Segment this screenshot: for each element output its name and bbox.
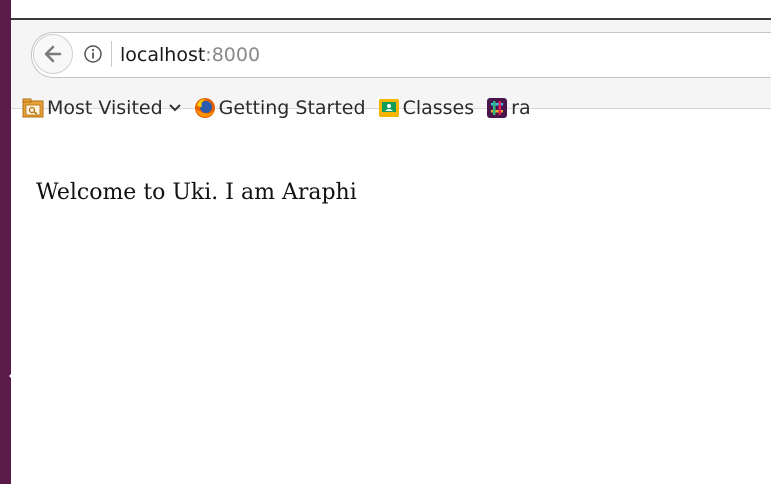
back-button[interactable] [33,34,73,74]
window-top [11,0,771,20]
bookmark-classes[interactable]: Classes [378,97,475,119]
launcher-arrow-icon [9,370,15,382]
chevron-down-icon [168,104,181,112]
classroom-icon [378,97,400,119]
bookmark-getting-started-label: Getting Started [218,97,366,119]
page-body-text: Welcome to Uki. I am Araphi [36,180,357,205]
url-host: localhost [120,44,206,66]
slack-icon [486,97,508,119]
url-port: :8000 [205,44,261,66]
bookmark-classes-label: Classes [402,97,475,119]
bookmarks-toolbar: Most Visited Getting Started Classes ra [22,92,543,124]
bookmark-slack[interactable]: ra [486,97,531,119]
folder-icon [22,97,44,119]
firefox-icon [194,97,216,119]
bookmark-most-visited[interactable]: Most Visited [22,97,182,119]
bookmark-most-visited-label: Most Visited [47,97,163,119]
url-separator [111,41,112,67]
url-bar[interactable]: localhost:8000 [31,32,771,78]
bookmark-getting-started[interactable]: Getting Started [194,97,366,119]
desktop-launcher-edge [0,0,11,484]
url-text[interactable]: localhost:8000 [120,42,260,68]
site-info-icon[interactable] [83,44,103,64]
bookmark-slack-label: ra [511,97,531,119]
back-arrow-icon [44,45,62,63]
screenshot-frame: localhost:8000 Most Visited Getting Star… [0,0,771,484]
